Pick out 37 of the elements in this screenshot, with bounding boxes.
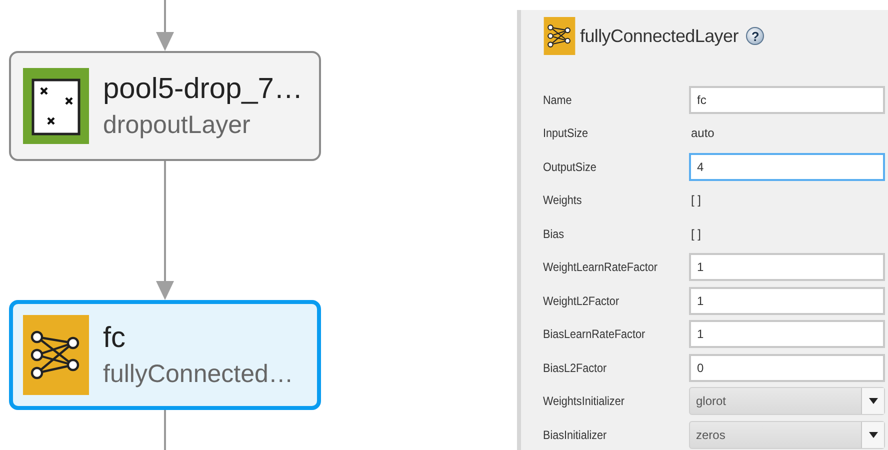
property-dropdown[interactable]: zeros xyxy=(689,420,885,449)
property-label: WeightLearnRateFactor xyxy=(543,260,658,274)
connector-line xyxy=(164,410,166,450)
dropdown-arrow-icon xyxy=(868,398,878,404)
property-input[interactable]: 1 xyxy=(689,320,885,348)
property-input[interactable]: 0 xyxy=(689,354,885,382)
property-label: BiasLearnRateFactor xyxy=(543,327,646,342)
property-label: Bias xyxy=(543,226,565,241)
property-value: [ ] xyxy=(690,226,702,241)
property-input[interactable]: fc xyxy=(689,86,885,114)
dropdown-arrow-icon xyxy=(868,432,878,438)
property-label: WeightsInitializer xyxy=(543,394,626,408)
property-value: auto xyxy=(690,126,716,140)
help-icon[interactable]: ? xyxy=(746,27,764,45)
property-input[interactable]: 4 xyxy=(689,152,885,181)
dropout-icon xyxy=(23,68,89,144)
panel-title: fullyConnectedLayer xyxy=(580,26,738,46)
layer-node[interactable]: pool5-drop_7… dropoutLayer xyxy=(9,51,321,161)
property-dropdown[interactable]: glorot xyxy=(689,387,885,416)
property-label: WeightL2Factor xyxy=(543,294,620,308)
property-input[interactable]: 1 xyxy=(689,286,885,315)
connector-arrow xyxy=(155,0,175,51)
property-label: BiasL2Factor xyxy=(543,360,608,375)
property-value: [ ] xyxy=(690,193,702,208)
property-label: Name xyxy=(543,92,573,107)
node-name: fc xyxy=(103,321,127,355)
network-icon xyxy=(543,17,576,55)
property-label: Weights xyxy=(543,193,583,208)
property-label: BiasInitializer xyxy=(543,428,608,442)
node-type: fullyConnected… xyxy=(103,359,294,389)
property-input[interactable]: 1 xyxy=(689,253,885,282)
node-name: pool5-drop_7… xyxy=(103,72,303,106)
network-icon xyxy=(23,315,89,395)
layer-node[interactable]: fc fullyConnected… xyxy=(9,300,321,410)
property-label: InputSize xyxy=(543,126,590,140)
node-type: dropoutLayer xyxy=(103,110,252,140)
property-label: OutputSize xyxy=(543,160,598,174)
